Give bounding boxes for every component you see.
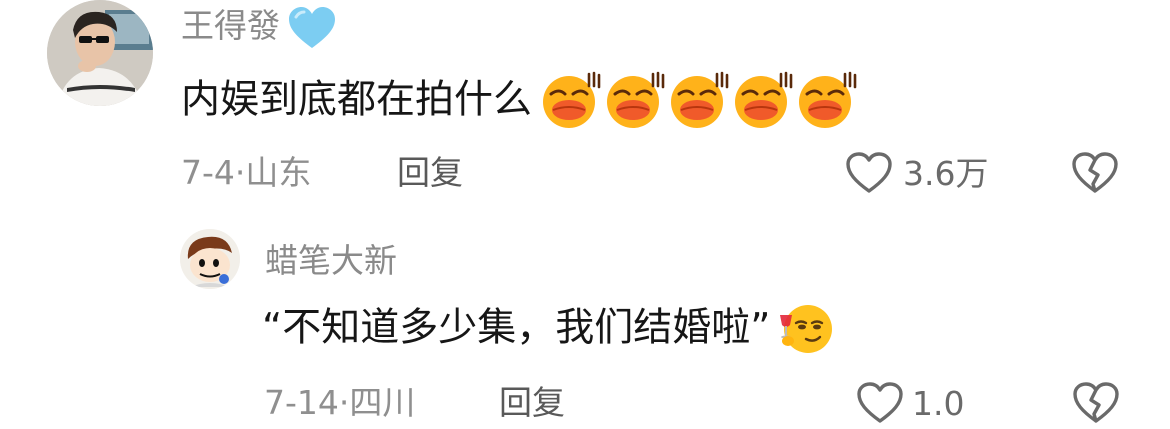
- comment-meta: 7-4·山东: [181, 156, 311, 192]
- heart-outline-icon: [846, 152, 892, 193]
- username[interactable]: 王得發: [181, 6, 280, 45]
- toasting-emoji: [776, 299, 834, 357]
- dislike-button[interactable]: [1072, 381, 1120, 429]
- comment-meta: 7-14·四川: [264, 386, 415, 422]
- like-count: 1.0: [912, 383, 965, 423]
- laughing-emoji: [671, 71, 729, 128]
- comment-date: 7-4: [181, 153, 235, 192]
- username[interactable]: 蜡笔大新: [265, 244, 397, 277]
- emoji-row: [539, 71, 859, 128]
- comment-date: 7-14: [264, 383, 339, 422]
- laughing-emoji: [799, 71, 857, 128]
- blue-heart-icon: [289, 6, 336, 48]
- broken-heart-icon: [1072, 152, 1118, 193]
- comment-header: 王得發: [181, 6, 337, 49]
- comment-location: 山东: [245, 153, 312, 192]
- laughing-emoji: [735, 71, 793, 128]
- like-button[interactable]: 3.6万: [845, 150, 988, 196]
- comment-content: 内娱到底都在拍什么: [181, 70, 859, 130]
- comment-item: 王得發 内娱到底都在拍什么 7-4·山东 回复 3.6万: [0, 0, 1170, 220]
- comment-text: “不知道多少集，我们结婚啦”: [262, 305, 771, 351]
- comment-text: 内娱到底都在拍什么: [181, 77, 533, 123]
- like-count: 3.6万: [903, 153, 989, 193]
- heart-outline-icon: [857, 382, 903, 423]
- avatar[interactable]: [47, 0, 153, 106]
- laughing-emoji: [543, 71, 601, 128]
- reply-button[interactable]: 回复: [499, 386, 565, 419]
- meta-separator: ·: [234, 153, 246, 192]
- comment-location: 四川: [349, 383, 416, 422]
- avatar[interactable]: [180, 229, 240, 289]
- reply-comment-item: 蜡笔大新 “不知道多少集，我们结婚啦” 7-14·四川 回复 1.0: [0, 220, 1170, 425]
- meta-separator: ·: [338, 383, 350, 422]
- like-button[interactable]: 1.0: [856, 380, 964, 426]
- cartoon-avatar: [180, 229, 240, 289]
- reply-button[interactable]: 回复: [397, 156, 463, 189]
- laughing-emoji: [607, 71, 665, 128]
- avatar-photo: [47, 0, 153, 106]
- dislike-button[interactable]: [1071, 151, 1119, 199]
- comment-content: “不知道多少集，我们结婚啦”: [262, 299, 834, 359]
- broken-heart-icon: [1073, 382, 1119, 423]
